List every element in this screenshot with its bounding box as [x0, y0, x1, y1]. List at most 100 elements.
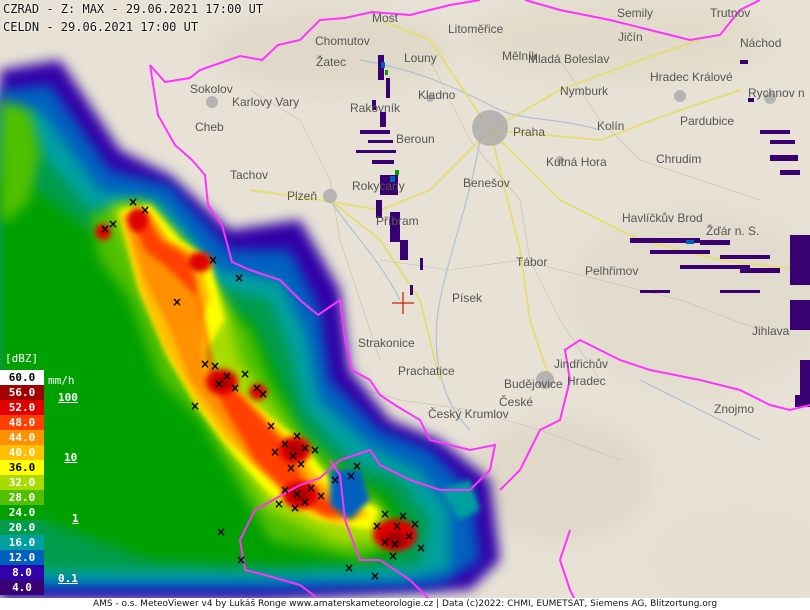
lightning-strike-icon: ×	[300, 495, 310, 509]
legend-level: 8.0	[0, 565, 44, 580]
city-label: Pelhřimov	[585, 264, 638, 278]
city-label: Kutná Hora	[546, 155, 607, 169]
header-lightning-line: CELDN - 29.06.2021 17:00 UT	[3, 20, 199, 34]
city-label: Hradec Králové	[650, 70, 733, 84]
city-label: Benešov	[463, 176, 510, 190]
lightning-strike-icon: ×	[344, 561, 354, 575]
legend-unit-dbz: [dBZ]	[5, 352, 39, 365]
lightning-strike-icon: ×	[140, 203, 150, 217]
lightning-strike-icon: ×	[404, 529, 414, 543]
city-label: Jindřichův	[554, 357, 608, 371]
city-label: Příbram	[376, 214, 419, 228]
legend-level: 56.0	[0, 385, 44, 400]
lightning-strike-icon: ×	[300, 441, 310, 455]
lightning-strike-icon: ×	[214, 377, 224, 391]
city-label: Žatec	[316, 54, 346, 69]
lightning-strike-icon: ×	[200, 357, 210, 371]
lightning-strike-icon: ×	[236, 553, 246, 567]
legend-level: 60.0	[0, 370, 44, 385]
lightning-strike-icon: ×	[398, 509, 408, 523]
city-label: Sokolov	[190, 82, 233, 96]
lightning-strike-icon: ×	[416, 541, 426, 555]
lightning-strike-icon: ×	[274, 497, 284, 511]
lightning-strike-icon: ×	[208, 253, 218, 267]
legend-rate: 10	[64, 451, 78, 464]
city-label: Cheb	[195, 120, 224, 134]
legend-unit-rate: mm/h	[48, 374, 75, 387]
lightning-strike-icon: ×	[372, 519, 382, 533]
header-radar-line: CZRAD - Z: MAX - 29.06.2021 17:00 UT	[3, 2, 264, 16]
city-label: Žďár n. S.	[706, 223, 759, 238]
lightning-strike-icon: ×	[210, 359, 220, 373]
lightning-strike-icon: ×	[388, 549, 398, 563]
lightning-strike-icon: ×	[370, 569, 380, 583]
lightning-strike-icon: ×	[316, 489, 326, 503]
city-label: Chomutov	[315, 34, 370, 48]
city-label: Znojmo	[714, 402, 754, 416]
city-label: Kolín	[597, 119, 624, 133]
lightning-strike-icon: ×	[240, 367, 250, 381]
radar-map-view: × × × × × × × × × × × × × × × × × × × × × × × × × × × × × × × × × × × × × × × ×…	[0, 0, 810, 610]
city-label: Český Krumlov	[428, 406, 509, 421]
lightning-strike-icon: ×	[190, 399, 200, 413]
city-label: Rychnov n	[748, 86, 805, 100]
city-label: Nymburk	[560, 84, 609, 98]
city-label: Louny	[404, 51, 437, 65]
legend-level: 24.0	[0, 505, 44, 520]
lightning-strike-icon: ×	[172, 295, 182, 309]
legend-level: 44.0	[0, 430, 44, 445]
city-label: Jičín	[618, 30, 643, 44]
lightning-strike-icon: ×	[266, 419, 276, 433]
footer-credits: AMS - o.s. MeteoViewer v4 by Lukáš Ronge…	[0, 598, 810, 610]
city-label: Plzeň	[287, 189, 317, 203]
city-label: Pardubice	[680, 114, 734, 128]
city-label: Tachov	[230, 168, 268, 182]
city-label: Mladá Boleslav	[528, 52, 609, 66]
lightning-strike-icon: ×	[216, 525, 226, 539]
legend-level: 40.0	[0, 445, 44, 460]
lightning-strike-icon: ×	[234, 271, 244, 285]
city-label: Písek	[452, 291, 483, 305]
lightning-strike-icon: ×	[270, 445, 280, 459]
lightning-strike-icon: ×	[410, 517, 420, 531]
legend-rate: 100	[58, 391, 78, 404]
lightning-strike-icon: ×	[310, 443, 320, 457]
radar-map: ×××××××××××××××××××× ×××× ×× × ×× ×× ×× ×××××××…	[0, 0, 810, 610]
city-label: Strakonice	[358, 336, 415, 350]
city-label: Beroun	[396, 132, 435, 146]
legend-level: 48.0	[0, 415, 44, 430]
city-label: Rakovník	[350, 101, 401, 115]
city-label: Karlovy Vary	[232, 95, 299, 109]
city-label: Most	[372, 11, 399, 25]
lightning-strike-icon: ×	[306, 481, 316, 495]
lightning-strike-icon: ×	[128, 195, 138, 209]
lightning-strike-icon: ×	[330, 473, 340, 487]
legend-level: 4.0	[0, 580, 44, 595]
city-label: Tábor	[516, 255, 547, 269]
city-label: Budějovice	[504, 377, 563, 391]
city-label: Semily	[617, 6, 653, 20]
city-label: Náchod	[740, 36, 781, 50]
city-label: Hradec	[567, 374, 606, 388]
lightning-strike-icon: ×	[230, 381, 240, 395]
city-label: Jihlava	[752, 324, 790, 338]
lightning-strike-icon: ×	[258, 387, 268, 401]
legend-level: 16.0	[0, 535, 44, 550]
city-label: Rokycany	[352, 179, 405, 193]
legend-level: 36.0	[0, 460, 44, 475]
city-label: Kladno	[418, 88, 456, 102]
city-label: Praha	[513, 125, 545, 139]
lightning-strike-icon: ×	[352, 459, 362, 473]
lightning-strike-icon: ×	[280, 483, 290, 497]
lightning-strike-icon: ×	[296, 457, 306, 471]
legend-level: 12.0	[0, 550, 44, 565]
lightning-strike-icon: ×	[286, 461, 296, 475]
city-label: Litoměřice	[448, 22, 504, 36]
legend-rate: 0.1	[58, 572, 78, 585]
legend-level: 52.0	[0, 400, 44, 415]
city-label: Prachatice	[398, 364, 455, 378]
legend-level: 32.0	[0, 475, 44, 490]
legend-rate: 1	[72, 512, 79, 525]
city-label: Chrudim	[656, 152, 701, 166]
city-label: Trutnov	[710, 6, 750, 20]
